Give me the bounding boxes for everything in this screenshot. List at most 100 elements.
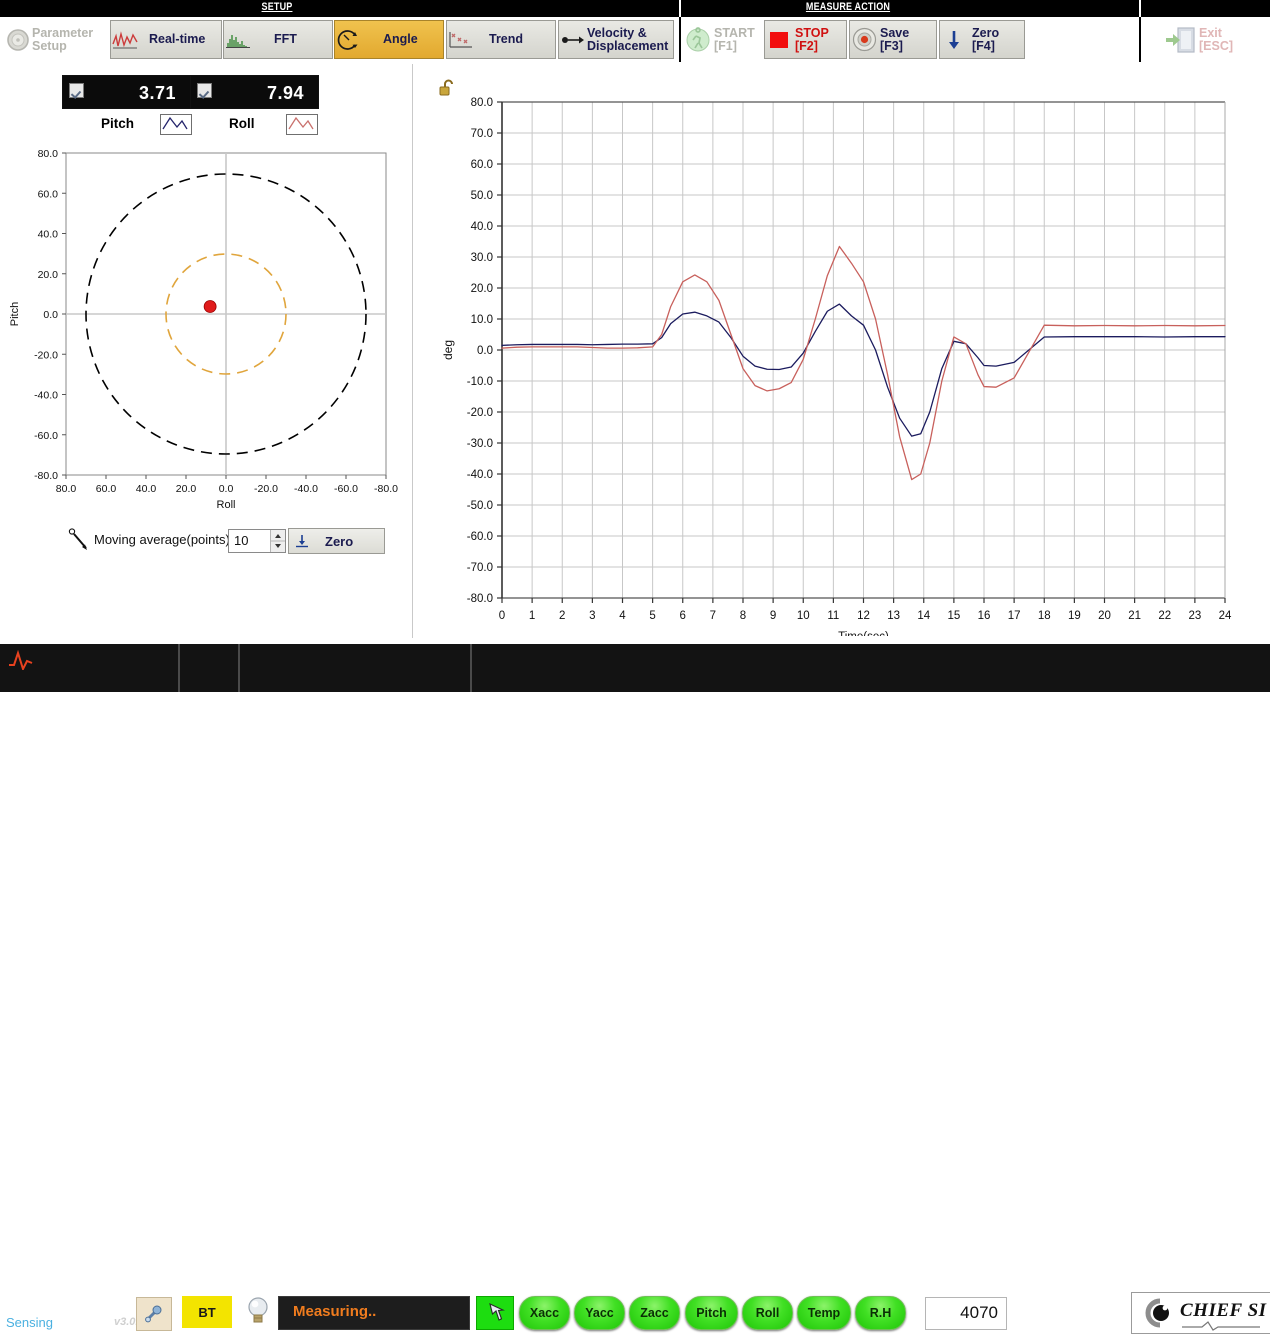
svg-text:-10.0: -10.0: [467, 376, 493, 388]
angle-icon: [335, 28, 363, 52]
toolbar-button-fft[interactable]: FFT: [223, 20, 333, 59]
record-icon: [850, 27, 878, 52]
header-divider-2: [1139, 0, 1141, 17]
toolbar-button-start-key: [F1]: [714, 38, 737, 53]
svg-text:3: 3: [589, 610, 595, 622]
svg-text:0.0: 0.0: [219, 483, 234, 495]
svg-text:0.0: 0.0: [43, 309, 58, 321]
channel-label: Pitch: [696, 1306, 727, 1320]
status-divider-2: [238, 644, 240, 692]
toolbar-button-velocity-displacement[interactable]: Velocity & Displacement: [558, 20, 674, 59]
svg-text:2: 2: [559, 610, 565, 622]
svg-text:20.0: 20.0: [471, 283, 493, 295]
svg-text:Roll: Roll: [217, 499, 236, 511]
toolbar-button-stop-label: STOP: [795, 25, 829, 40]
svg-text:30.0: 30.0: [471, 252, 493, 264]
toolbar-button-zero[interactable]: Zero [F4]: [939, 20, 1025, 59]
svg-text:80.0: 80.0: [471, 97, 493, 109]
svg-text:0.0: 0.0: [477, 345, 493, 357]
svg-text:-20.0: -20.0: [34, 349, 58, 361]
zero-button[interactable]: Zero: [288, 528, 385, 554]
channel-pill-rh[interactable]: R.H: [855, 1296, 906, 1330]
channel-pill-zacc[interactable]: Zacc: [629, 1296, 680, 1330]
svg-text:Time(sec): Time(sec): [838, 631, 889, 636]
svg-text:-80.0: -80.0: [374, 483, 398, 495]
channel-pill-roll[interactable]: Roll: [742, 1296, 793, 1330]
link-tool-icon[interactable]: [136, 1297, 172, 1331]
toolbar-button-exit[interactable]: Exit [ESC]: [1163, 20, 1263, 59]
toolbar-button-zero-label: Zero: [972, 25, 1000, 40]
svg-text:24: 24: [1219, 610, 1232, 622]
channel-pill-xacc[interactable]: Xacc: [519, 1296, 570, 1330]
voltage-unit: mV: [1011, 1302, 1035, 1319]
spectrum-icon: [224, 31, 252, 49]
zero-level-icon: [289, 533, 315, 549]
arrow-dot-icon: [559, 33, 587, 47]
voltage-field[interactable]: 4070: [925, 1297, 1007, 1330]
status-message-box: Measuring..: [278, 1296, 470, 1330]
cursor-toggle-button[interactable]: [476, 1296, 514, 1330]
channel-pill-temp[interactable]: Temp: [797, 1296, 851, 1330]
toolbar-button-real-time[interactable]: Real-time: [110, 20, 222, 59]
svg-text:18: 18: [1038, 610, 1051, 622]
toolbar-button-trend[interactable]: Trend: [446, 20, 556, 59]
svg-text:Pitch: Pitch: [9, 302, 21, 326]
toolbar-button-stop[interactable]: STOP [F2]: [764, 20, 847, 59]
channel-label: Zacc: [640, 1306, 669, 1320]
voltage-value: 4070: [960, 1303, 998, 1322]
svg-text:21: 21: [1128, 610, 1141, 622]
gauge-icon: [4, 27, 32, 53]
channel-label: Yacc: [585, 1306, 614, 1320]
toolbar-button-start[interactable]: START [F1]: [684, 20, 773, 59]
pitch-enable-checkbox[interactable]: [69, 83, 84, 98]
main-toolbar: Parameter Setup Real-time FFT Angle Tren…: [0, 17, 1270, 62]
toolbar-button-angle[interactable]: Angle: [334, 20, 444, 59]
svg-text:5: 5: [649, 610, 655, 622]
channel-label: Temp: [807, 1306, 841, 1320]
pitch-legend-swatch[interactable]: [160, 114, 192, 135]
status-bg: [0, 644, 1270, 692]
toolbar-button-zero-key: [F4]: [972, 38, 995, 53]
brand-logo: CHIEF SI: [1131, 1292, 1270, 1334]
roll-legend-swatch[interactable]: [286, 114, 318, 135]
svg-text:-40.0: -40.0: [294, 483, 318, 495]
svg-text:-80.0: -80.0: [34, 470, 58, 482]
toolbar-button-real-time-label: Real-time: [149, 32, 206, 46]
toolbar-divider-2: [1139, 17, 1141, 62]
pane-divider: [412, 64, 413, 638]
status-bar: ibration Sensing System v3.0.0 BT Measur…: [0, 644, 1270, 1334]
svg-text:80.0: 80.0: [38, 148, 59, 160]
moving-average-input[interactable]: 10: [228, 529, 286, 553]
toolbar-button-save-key: [F3]: [880, 38, 903, 53]
toolbar-button-save-label: Save: [880, 25, 910, 40]
svg-text:15: 15: [947, 610, 960, 622]
toolbar-button-trend-label: Trend: [489, 32, 524, 46]
status-message: Measuring..: [293, 1303, 377, 1320]
roll-legend-label: Roll: [229, 116, 255, 131]
moving-average-stepper[interactable]: [270, 530, 285, 552]
svg-text:-40.0: -40.0: [34, 390, 58, 402]
svg-text:60.0: 60.0: [471, 159, 493, 171]
svg-text:-20.0: -20.0: [467, 407, 493, 419]
toolbar-button-parameter-setup[interactable]: Parameter Setup: [4, 20, 102, 59]
scatter-icon: [447, 30, 475, 50]
waveform-icon: [111, 30, 139, 49]
channel-pill-yacc[interactable]: Yacc: [574, 1296, 625, 1330]
svg-text:6: 6: [680, 610, 686, 622]
bluetooth-status-badge[interactable]: BT: [182, 1296, 232, 1328]
roll-enable-checkbox[interactable]: [197, 83, 212, 98]
toolbar-button-fft-label: FFT: [274, 32, 297, 46]
svg-text:-70.0: -70.0: [467, 562, 493, 574]
angle-trend-chart: 80.0 70.0 60.0 50.0 40.0 30.0 20.0 10.0 0.0 -10.0…: [430, 88, 1270, 636]
svg-text:-80.0: -80.0: [467, 593, 493, 605]
toolbar-divider-1: [679, 17, 681, 62]
toolbar-button-save[interactable]: Save [F3]: [849, 20, 937, 59]
svg-text:60.0: 60.0: [96, 483, 117, 495]
svg-text:10: 10: [797, 610, 810, 622]
app-name-line1: ibration: [26, 1297, 69, 1312]
channel-pill-pitch[interactable]: Pitch: [685, 1296, 738, 1330]
svg-text:14: 14: [917, 610, 930, 622]
svg-text:11: 11: [827, 610, 839, 622]
toolbar-button-velocity-line1: Velocity &: [587, 25, 647, 40]
stop-square-icon: [765, 28, 793, 52]
